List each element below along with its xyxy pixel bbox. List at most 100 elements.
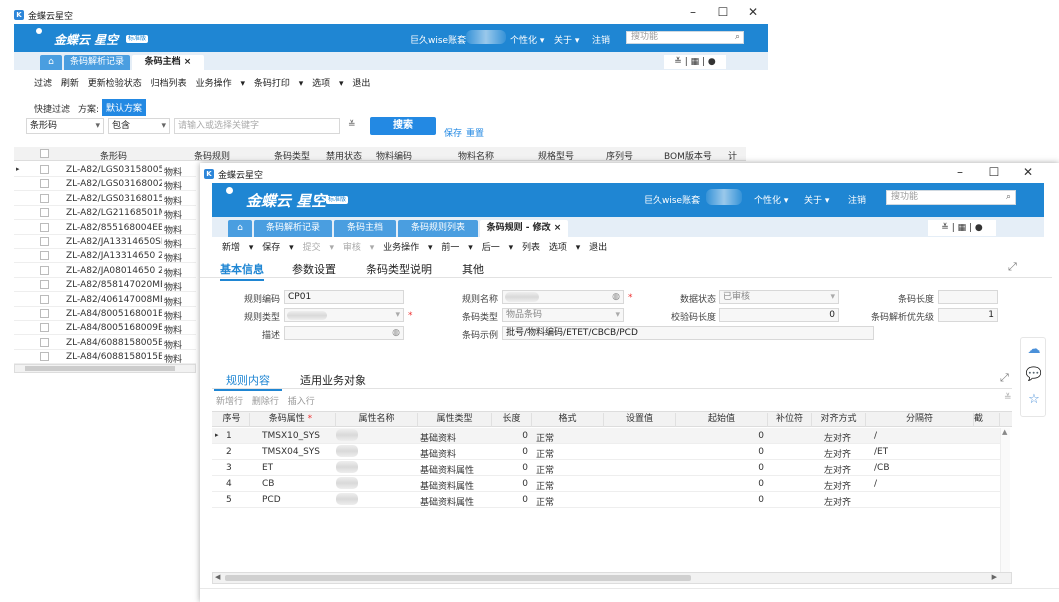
len-cell[interactable]: 0: [504, 431, 528, 441]
table-row[interactable]: ZL-A84/6088158005EB/ET物料: [14, 336, 196, 351]
delete-row-button[interactable]: 删除行: [252, 397, 279, 407]
next-menu[interactable]: 后一 ▾: [482, 243, 513, 253]
save-menu[interactable]: 保存 ▾: [262, 243, 293, 253]
rule-type-select[interactable]: ▾: [284, 308, 404, 322]
table-row[interactable]: ZL-A82/JA13314650 2IML物料: [14, 249, 196, 264]
attr-cell[interactable]: CB: [262, 479, 274, 489]
reset-link[interactable]: 重置: [466, 126, 484, 139]
account-name[interactable]: 巨久wise账套: [644, 193, 700, 206]
expand-icon[interactable]: ⤢: [1008, 260, 1017, 274]
business-ops-menu[interactable]: 业务操作 ▾: [196, 79, 245, 89]
len-cell[interactable]: 0: [504, 479, 528, 489]
align-cell[interactable]: 左对齐: [824, 463, 851, 476]
col-bom[interactable]: BOM版本号: [664, 149, 712, 162]
expand-icon[interactable]: ⤢: [1000, 371, 1009, 385]
barcode-print-menu[interactable]: 条码打印 ▾: [254, 79, 303, 89]
tab-close-icon[interactable]: ×: [554, 223, 562, 233]
table-row[interactable]: ZL-A82/LGS03168002EB/物料: [14, 177, 196, 192]
close-icon[interactable]: ✕: [1020, 165, 1036, 179]
table-row[interactable]: ZL-A82/JA08014650 2MB物料: [14, 264, 196, 279]
rule-grid-hscroll[interactable]: ◀ ▶: [212, 572, 1012, 584]
align-cell[interactable]: 左对齐: [824, 495, 851, 508]
sep-cell[interactable]: /: [874, 431, 877, 441]
barcode-type-select[interactable]: 物品条码 ▾: [502, 308, 624, 322]
attr-cell[interactable]: ET: [262, 463, 273, 473]
multilang-icon[interactable]: ◍: [392, 327, 400, 339]
table-row[interactable]: ZL-A84/6088158015EB/ET物料: [14, 350, 196, 365]
prev-menu[interactable]: 前一 ▾: [441, 243, 472, 253]
table-row[interactable]: ZL-A82/858147020MB/ET物料: [14, 278, 196, 293]
col-type[interactable]: 条码类型: [274, 149, 310, 162]
table-row[interactable]: 5 PCD 基础资料属性 0 正常 0 左对齐: [212, 492, 1000, 508]
len-cell[interactable]: 0: [504, 495, 528, 505]
cloud-icon[interactable]: ☁: [1024, 342, 1044, 362]
home-tab-icon[interactable]: ⌂: [40, 55, 62, 70]
row-checkbox[interactable]: [40, 208, 49, 218]
table-row[interactable]: ZL-A82/406147008MB/ET物料: [14, 293, 196, 308]
scroll-thumb[interactable]: [25, 366, 175, 371]
scroll-up-icon[interactable]: ▲: [1002, 428, 1007, 436]
tab-barcode-rule-list[interactable]: 条码规则列表: [398, 220, 478, 237]
attr-cell[interactable]: TMSX04_SYS: [262, 447, 320, 457]
table-row[interactable]: ZL-A84/8005168009EB/ET物料: [14, 321, 196, 336]
logout-link[interactable]: 注销: [848, 193, 866, 206]
format-cell[interactable]: 正常: [536, 463, 554, 476]
tab-tools[interactable]: ≚ | ▦ | ●: [664, 55, 726, 69]
list-button[interactable]: 列表: [522, 243, 540, 253]
minimize-icon[interactable]: –: [685, 5, 701, 19]
refresh-button[interactable]: 刷新: [61, 79, 79, 89]
start-cell[interactable]: 0: [702, 479, 764, 489]
priority-input[interactable]: 1: [938, 308, 998, 322]
row-checkbox[interactable]: [40, 294, 49, 304]
col-disabled[interactable]: 禁用状态: [326, 149, 362, 162]
save-scheme-link[interactable]: 保存: [444, 126, 462, 139]
table-row[interactable]: 4 CB 基础资料属性 0 正常 0 左对齐 /: [212, 476, 1000, 492]
rule-name-input[interactable]: ◍: [502, 290, 624, 304]
logout-link[interactable]: 注销: [592, 33, 610, 46]
tab-barcode-parse-log[interactable]: 条码解析记录: [64, 55, 130, 70]
default-scheme-button[interactable]: 默认方案: [102, 99, 147, 116]
maximize-icon[interactable]: ☐: [986, 165, 1002, 179]
rule-code-input[interactable]: CP01: [284, 290, 404, 304]
format-cell[interactable]: 正常: [536, 495, 554, 508]
table-row[interactable]: ▸ ZL-A82/LGS03158005EB/物料: [14, 163, 196, 178]
len-cell[interactable]: 0: [504, 447, 528, 457]
personalize-menu[interactable]: 个性化 ▾: [754, 193, 788, 206]
attr-cell[interactable]: PCD: [262, 495, 281, 505]
multilang-icon[interactable]: ◍: [612, 291, 620, 303]
col-rule[interactable]: 条码规则: [194, 149, 230, 162]
row-checkbox[interactable]: [40, 251, 49, 261]
format-cell[interactable]: 正常: [536, 479, 554, 492]
row-checkbox[interactable]: [40, 165, 49, 174]
table-row[interactable]: 2 TMSX04_SYS 基础资料 0 正常 0 左对齐/ET: [212, 444, 1000, 460]
scroll-thumb[interactable]: [225, 575, 691, 581]
table-row[interactable]: ZL-A82/855168004EB/ET物料: [14, 221, 196, 236]
function-search-input[interactable]: 搜功能 ⌕: [886, 190, 1016, 205]
business-ops-menu[interactable]: 业务操作 ▾: [383, 243, 432, 253]
filter-op-select[interactable]: 包含 ▾: [108, 118, 170, 134]
start-cell[interactable]: 0: [702, 463, 764, 473]
col-serial[interactable]: 序列号: [606, 149, 633, 162]
tab-barcode-rule-edit[interactable]: 条码规则 - 修改 ×: [480, 220, 568, 237]
align-cell[interactable]: 左对齐: [824, 479, 851, 492]
options-menu[interactable]: 选项 ▾: [549, 243, 580, 253]
col-attr-type[interactable]: 属性类型: [418, 413, 492, 427]
row-checkbox[interactable]: [40, 193, 49, 203]
col-seq[interactable]: 序号: [214, 413, 250, 427]
col-start[interactable]: 起始值: [676, 413, 768, 427]
len-cell[interactable]: 0: [504, 463, 528, 473]
align-cell[interactable]: 左对齐: [824, 447, 851, 460]
about-menu[interactable]: 关于 ▾: [554, 33, 579, 46]
scroll-left-icon[interactable]: ◀: [215, 573, 220, 581]
col-material-code[interactable]: 物料编码: [376, 149, 412, 162]
expand-filter-icon[interactable]: ≚: [348, 120, 356, 130]
filter-field-select[interactable]: 条形码 ▾: [26, 118, 104, 134]
row-checkbox[interactable]: [40, 222, 49, 232]
user-avatar[interactable]: [706, 189, 742, 205]
desc-input[interactable]: ◍: [284, 326, 404, 340]
start-cell[interactable]: 0: [702, 447, 764, 457]
home-tab-icon[interactable]: ⌂: [228, 220, 252, 237]
rule-grid-vscroll[interactable]: ▲: [1000, 428, 1010, 572]
col-format[interactable]: 格式: [532, 413, 604, 427]
row-checkbox[interactable]: [40, 309, 49, 318]
